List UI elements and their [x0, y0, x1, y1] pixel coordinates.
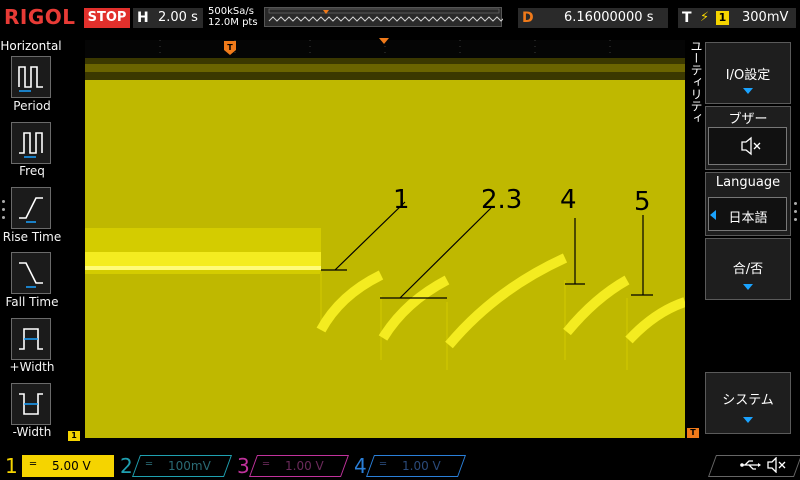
period-label: Period — [13, 99, 51, 113]
delay-value: 6.16000000 s — [564, 10, 654, 25]
timebase-value: 2.00 s — [158, 10, 198, 25]
sample-rate: 500kSa/s — [208, 6, 254, 17]
fall-time-button[interactable] — [11, 252, 51, 294]
channel1-offset-marker[interactable]: 1 — [68, 431, 80, 441]
system-label: システム — [722, 393, 774, 408]
run-stop-status[interactable]: STOP — [84, 8, 130, 28]
channel1-number: 1 — [5, 454, 18, 478]
overview-waveform — [268, 8, 503, 22]
period-icon — [18, 66, 43, 92]
chevron-down-icon — [743, 88, 753, 94]
brand-logo: RIGOL — [4, 5, 76, 29]
io-settings-label: I/O設定 — [725, 68, 771, 83]
annotation-label: 5 — [634, 187, 651, 217]
fall-time-icon — [19, 262, 43, 288]
trigger-key: T — [682, 10, 692, 26]
buzzer-label: ブザー — [728, 112, 768, 127]
center-marker — [379, 38, 389, 44]
trigger-source: 1 — [716, 11, 729, 25]
utility-menu-label: ユーティリティ — [689, 40, 703, 124]
usb-icon — [740, 460, 761, 470]
rise-time-icon — [19, 197, 43, 223]
negative-width-icon — [19, 393, 43, 415]
rising-edge-icon: ⚡︎ — [700, 10, 710, 25]
memory-depth: 12.0M pts — [208, 17, 258, 28]
timebase-key: H — [137, 10, 149, 26]
menu-page-dot — [2, 208, 5, 211]
menu-page-dot — [2, 200, 5, 203]
annotation-label: 2.3 — [481, 185, 523, 215]
trigger-level: 300mV — [742, 10, 789, 25]
dc-coupling-icon: ═ — [30, 459, 37, 470]
language-value: 日本語 — [728, 211, 768, 226]
rise-time-label: Rise Time — [2, 230, 62, 244]
channel3-scale: 1.00 V — [285, 459, 324, 473]
svg-text:T: T — [227, 43, 233, 52]
overview-trigger-marker — [323, 10, 329, 14]
frequency-label: Freq — [19, 164, 45, 178]
negative-width-button[interactable] — [11, 383, 51, 425]
chevron-down-icon — [743, 417, 753, 423]
buzzer-toggle[interactable] — [708, 127, 787, 165]
dc-coupling-icon: ═ — [146, 459, 153, 470]
rise-time-button[interactable] — [11, 187, 51, 229]
waveform-overview[interactable] — [264, 7, 503, 27]
fall-time-label: Fall Time — [5, 295, 59, 309]
channel1-scale: 5.00 V — [52, 459, 91, 473]
language-label: Language — [715, 175, 781, 190]
dc-coupling-icon: ═ — [380, 459, 387, 470]
frequency-icon — [19, 132, 43, 158]
menu-title: Horizontal — [0, 39, 62, 53]
delay-key: D — [522, 10, 534, 26]
menu-page-dot — [794, 202, 797, 205]
trigger-position-marker[interactable]: T — [224, 41, 236, 55]
positive-width-icon — [19, 328, 43, 350]
pass-fail-label: 合/否 — [732, 262, 764, 277]
channel2-scale: 100mV — [168, 459, 211, 473]
frequency-button[interactable] — [11, 122, 51, 164]
channel4-number: 4 — [354, 454, 367, 478]
waveform-display[interactable] — [85, 40, 685, 438]
annotation-label: 1 — [393, 185, 410, 215]
channel4-scale: 1.00 V — [402, 459, 441, 473]
waveform-graticule — [85, 40, 685, 438]
negative-width-label: -Width — [12, 425, 52, 439]
speaker-mute-icon — [741, 136, 761, 156]
annotation-label: 4 — [560, 185, 577, 215]
menu-page-dot — [794, 218, 797, 221]
period-button[interactable] — [11, 56, 51, 98]
dc-coupling-icon: ═ — [263, 459, 270, 470]
speaker-mute-icon — [767, 457, 786, 473]
channel2-number: 2 — [120, 454, 133, 478]
positive-width-button[interactable] — [11, 318, 51, 360]
menu-page-dot — [794, 210, 797, 213]
chevron-down-icon — [743, 284, 753, 290]
channel3-number: 3 — [237, 454, 250, 478]
trigger-level-marker[interactable]: T — [687, 428, 699, 438]
positive-width-label: +Width — [9, 360, 55, 374]
menu-page-dot — [2, 216, 5, 219]
